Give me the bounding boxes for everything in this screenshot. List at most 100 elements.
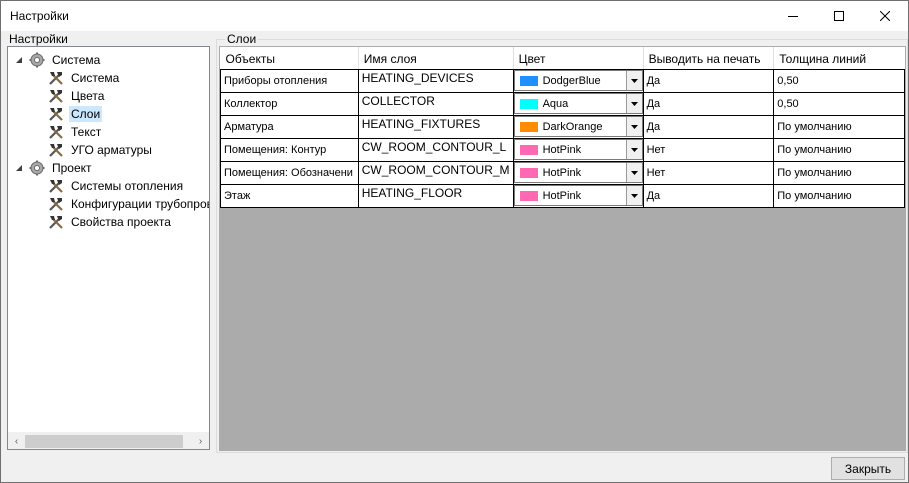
line-thickness-cell[interactable]: По умолчанию [773, 114, 905, 139]
color-dropdown[interactable]: HotPink [514, 185, 643, 206]
print-cell[interactable]: Да [642, 183, 775, 208]
tools-icon [47, 213, 65, 231]
tools-icon [47, 87, 65, 105]
tools-icon [47, 69, 65, 87]
layer-name-cell[interactable]: COLLECTOR [357, 91, 514, 116]
color-name: Aqua [542, 97, 569, 110]
print-cell[interactable]: Нет [642, 137, 775, 162]
table-row[interactable]: Приборы отопления HEATING_DEVICES DodgerBl… [220, 68, 905, 93]
color-dropdown[interactable]: DodgerBlue [514, 70, 643, 91]
print-cell[interactable]: Да [642, 68, 775, 93]
line-thickness-cell[interactable]: По умолчанию [773, 160, 905, 185]
object-cell[interactable]: Арматура [220, 114, 359, 139]
chevron-down-icon[interactable] [625, 71, 642, 90]
column-header-layer-name[interactable]: Имя слоя [358, 47, 514, 70]
color-swatch [519, 98, 538, 109]
gear-icon [28, 159, 46, 177]
tree-item-2[interactable]: Система [47, 69, 121, 87]
column-header-line-thickness[interactable]: Толщина линий [773, 47, 905, 70]
settings-group-label: Настройки [9, 32, 68, 46]
tree-item-label: Текст [71, 125, 102, 139]
tree-item-label: Система [71, 71, 120, 85]
color-cell[interactable]: HotPink [512, 137, 644, 162]
close-window-button[interactable] [862, 1, 908, 31]
layer-name-cell[interactable]: HEATING_DEVICES [357, 68, 514, 93]
color-dropdown[interactable]: HotPink [514, 139, 643, 160]
tree-item-label: Системы отопления [71, 179, 184, 193]
tools-icon [47, 195, 65, 213]
chevron-down-icon[interactable] [625, 163, 642, 182]
tree-item-3[interactable]: Цвета [47, 87, 106, 105]
column-header-color[interactable]: Цвет [513, 47, 644, 70]
print-cell[interactable]: Нет [642, 160, 775, 185]
tree-item-7[interactable]: Проект [16, 159, 94, 177]
table-row[interactable]: Коллектор COLLECTOR Aqua Да 0,50 [220, 91, 905, 116]
layer-name-cell[interactable]: HEATING_FLOOR [357, 183, 514, 208]
title-bar[interactable]: Настройки [1, 1, 908, 31]
layers-grid[interactable]: Объекты Имя слоя Цвет Выводить на печать… [219, 46, 906, 451]
line-thickness-cell[interactable]: 0,50 [773, 68, 905, 93]
maximize-button[interactable] [816, 1, 862, 31]
color-dropdown[interactable]: Aqua [514, 93, 643, 114]
close-button[interactable]: Закрыть [831, 457, 905, 480]
object-cell[interactable]: Приборы отопления [220, 68, 359, 93]
color-cell[interactable]: HotPink [512, 183, 644, 208]
chevron-down-icon[interactable] [625, 94, 642, 113]
color-name: DarkOrange [542, 120, 603, 133]
maximize-icon [834, 11, 844, 21]
scroll-right-icon[interactable]: › [192, 433, 209, 449]
tree-item-10[interactable]: Свойства проекта [47, 213, 173, 231]
color-cell[interactable]: DodgerBlue [512, 68, 644, 93]
line-thickness-cell[interactable]: По умолчанию [773, 183, 905, 208]
gear-icon [28, 51, 46, 69]
tree-item-4[interactable]: Слои [47, 105, 103, 123]
color-cell[interactable]: HotPink [512, 160, 644, 185]
scroll-left-icon[interactable]: ‹ [8, 433, 25, 449]
layer-name-cell[interactable]: CW_ROOM_CONTOUR_L [357, 137, 514, 162]
table-row[interactable]: Помещения: Обозначени CW_ROOM_CONTOUR_M Ho… [220, 160, 905, 185]
scrollbar-thumb[interactable] [25, 435, 183, 448]
table-row[interactable]: Этаж HEATING_FLOOR HotPink Да По умолчанию [220, 183, 905, 208]
color-cell[interactable]: DarkOrange [512, 114, 644, 139]
tree-item-6[interactable]: УГО арматуры [47, 141, 154, 159]
tools-icon [47, 105, 65, 123]
object-cell[interactable]: Коллектор [220, 91, 359, 116]
color-name: HotPink [542, 166, 582, 179]
color-cell[interactable]: Aqua [512, 91, 644, 116]
layer-name-cell[interactable]: CW_ROOM_CONTOUR_M [357, 160, 514, 185]
tools-icon [47, 123, 65, 141]
color-dropdown[interactable]: DarkOrange [514, 116, 643, 137]
table-row[interactable]: Арматура HEATING_FIXTURES DarkOrange Да По у… [220, 114, 905, 139]
tree-item-9[interactable]: Конфигурации трубопрово [47, 195, 209, 213]
tree-item-label: Система [52, 53, 101, 67]
chevron-down-icon[interactable] [625, 117, 642, 136]
expand-collapse-icon[interactable] [14, 163, 24, 173]
tree-item-label: Слои [69, 106, 103, 122]
color-dropdown[interactable]: HotPink [514, 162, 643, 183]
minimize-button[interactable] [770, 1, 816, 31]
line-thickness-cell[interactable]: По умолчанию [773, 137, 905, 162]
column-header-objects[interactable]: Объекты [220, 47, 359, 70]
tree-item-8[interactable]: Системы отопления [47, 177, 185, 195]
layer-name-cell[interactable]: HEATING_FIXTURES [357, 114, 514, 139]
layers-table: Объекты Имя слоя Цвет Выводить на печать… [220, 47, 905, 208]
tree-item-label: Проект [52, 161, 92, 175]
chevron-down-icon[interactable] [625, 140, 642, 159]
color-swatch [519, 167, 538, 178]
window-title: Настройки [10, 9, 69, 23]
line-thickness-cell[interactable]: 0,50 [773, 91, 905, 116]
expand-collapse-icon[interactable] [14, 55, 24, 65]
print-cell[interactable]: Да [642, 91, 775, 116]
chevron-down-icon[interactable] [625, 186, 642, 205]
tree-item-1[interactable]: Система [16, 51, 102, 69]
object-cell[interactable]: Помещения: Обозначени [220, 160, 359, 185]
object-cell[interactable]: Помещения: Контур [220, 137, 359, 162]
tree-item-5[interactable]: Текст [47, 123, 103, 141]
column-header-print[interactable]: Выводить на печать [643, 47, 775, 70]
table-row[interactable]: Помещения: Контур CW_ROOM_CONTOUR_L HotPin… [220, 137, 905, 162]
color-name: HotPink [542, 189, 582, 202]
tree-horizontal-scrollbar[interactable]: ‹ › [8, 432, 209, 449]
settings-tree[interactable]: Система Система Цвета Слои Текст УГО арматуры… [7, 46, 210, 450]
print-cell[interactable]: Да [642, 114, 775, 139]
object-cell[interactable]: Этаж [220, 183, 359, 208]
